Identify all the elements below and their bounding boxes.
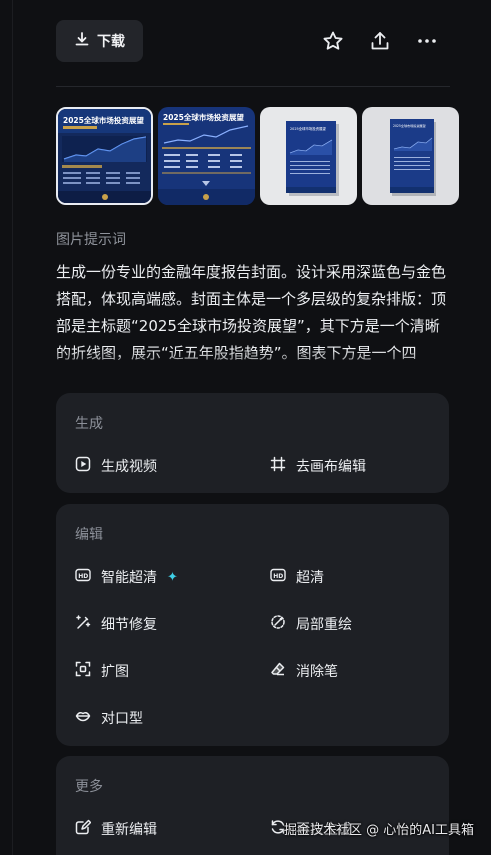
download-button[interactable]: 下载 bbox=[56, 20, 143, 62]
star-icon[interactable] bbox=[322, 30, 344, 52]
action-label: 生成视频 bbox=[101, 459, 157, 475]
lips-icon bbox=[75, 708, 91, 728]
thumbnail-2[interactable]: 2025全球市场投资展望 bbox=[158, 107, 255, 205]
more-section: 更多 重新编辑 再次生成 bbox=[56, 756, 449, 855]
action-label: 消除笔 bbox=[296, 664, 338, 680]
hd-icon: HD bbox=[270, 567, 286, 587]
re-edit-button[interactable]: 重新编辑 bbox=[75, 817, 157, 841]
detail-repair-button[interactable]: 细节修复 bbox=[75, 612, 157, 636]
watermark: 掘金技术社区 @ 心怡的AI工具箱 bbox=[284, 823, 474, 838]
svg-text:HD: HD bbox=[78, 573, 88, 580]
eraser-icon bbox=[270, 661, 286, 681]
eraser-button[interactable]: 消除笔 bbox=[270, 659, 338, 683]
prompt-label: 图片提示词 bbox=[56, 232, 126, 248]
canvas-edit-button[interactable]: 去画布编辑 bbox=[270, 454, 366, 478]
more-icon[interactable] bbox=[416, 30, 438, 52]
play-icon bbox=[75, 456, 91, 476]
thumbnail-4[interactable]: 2025全球市场投资展望 bbox=[362, 107, 459, 205]
sparkle-icon: ✦ bbox=[167, 569, 178, 585]
expand-image-button[interactable]: 扩图 bbox=[75, 659, 129, 683]
edit-section: 编辑 HD 智能超清 ✦ HD 超清 细节修复 局部重绘 扩图 消除笔 对口型 bbox=[56, 504, 449, 746]
download-label: 下载 bbox=[97, 34, 125, 50]
toolbar: 下载 bbox=[56, 20, 450, 64]
generate-video-button[interactable]: 生成视频 bbox=[75, 454, 157, 478]
action-label: 重新编辑 bbox=[101, 822, 157, 838]
smart-hd-button[interactable]: HD 智能超清 ✦ bbox=[75, 565, 178, 589]
section-title: 编辑 bbox=[75, 527, 103, 543]
left-border bbox=[12, 0, 13, 855]
action-label: 局部重绘 bbox=[296, 617, 352, 633]
generate-section: 生成 生成视频 去画布编辑 bbox=[56, 393, 449, 493]
magic-wand-icon bbox=[75, 614, 91, 634]
thumbnail-title: 2025全球市场投资展望 bbox=[290, 126, 326, 131]
action-label: 细节修复 bbox=[101, 617, 157, 633]
action-label: 智能超清 bbox=[101, 570, 157, 586]
thumbnail-title: 2025全球市场投资展望 bbox=[393, 123, 426, 128]
prompt-fade bbox=[56, 350, 450, 384]
thumbnail-strip: 2025全球市场投资展望 2025全球市场投资展望 2025全球市场投资展望 2… bbox=[56, 107, 459, 205]
crop-icon bbox=[270, 456, 286, 476]
action-label: 扩图 bbox=[101, 664, 129, 680]
thumbnail-title: 2025全球市场投资展望 bbox=[63, 115, 144, 125]
thumbnail-1[interactable]: 2025全球市场投资展望 bbox=[56, 107, 153, 205]
download-icon bbox=[74, 31, 90, 51]
expand-icon bbox=[75, 661, 91, 681]
thumbnail-title: 2025全球市场投资展望 bbox=[163, 112, 244, 122]
action-label: 去画布编辑 bbox=[296, 459, 366, 475]
lip-sync-button[interactable]: 对口型 bbox=[75, 706, 143, 730]
section-title: 生成 bbox=[75, 416, 103, 432]
thumbnail-3[interactable]: 2025全球市场投资展望 bbox=[260, 107, 357, 205]
redraw-icon bbox=[270, 614, 286, 634]
section-title: 更多 bbox=[75, 779, 103, 795]
divider bbox=[56, 86, 450, 87]
svg-text:HD: HD bbox=[273, 573, 283, 580]
action-label: 对口型 bbox=[101, 711, 143, 727]
hd-button[interactable]: HD 超清 bbox=[270, 565, 324, 589]
action-label: 超清 bbox=[296, 570, 324, 586]
share-icon[interactable] bbox=[369, 30, 391, 52]
edit-icon bbox=[75, 819, 92, 839]
partial-redraw-button[interactable]: 局部重绘 bbox=[270, 612, 352, 636]
hd-icon: HD bbox=[75, 567, 91, 587]
